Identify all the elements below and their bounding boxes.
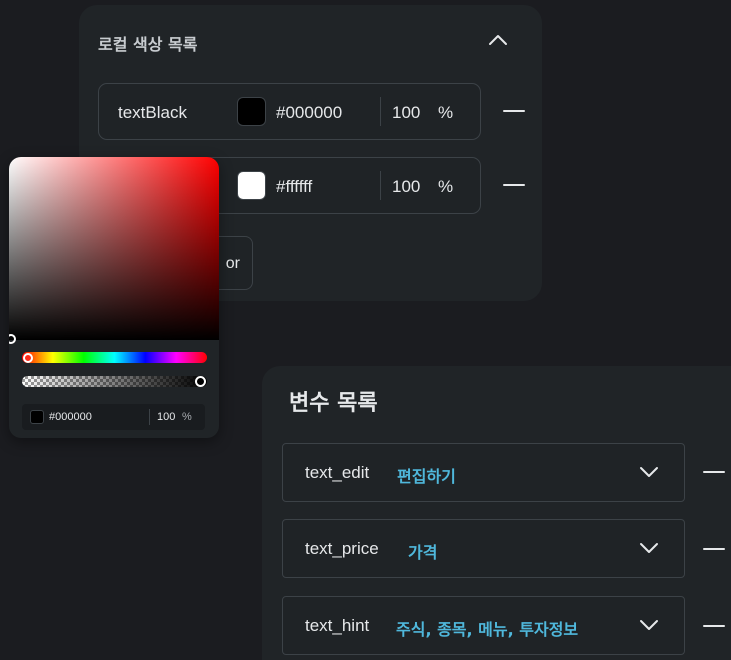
picker-hex-field[interactable]: #000000 [49,411,92,423]
alpha-slider[interactable] [22,376,207,387]
variable-name: text_hint [305,616,370,635]
divider [380,97,381,126]
chevron-down-icon [640,543,658,553]
local-colors-title: 로컬 색상 목록 [98,35,198,54]
color-swatch[interactable] [237,171,266,200]
variable-value: 주식, 종목, 메뉴, 투자정보 [396,620,579,639]
picker-alpha-field[interactable]: 100 [157,411,175,423]
add-color-label: or [225,255,240,272]
divider [149,409,150,425]
variable-value: 가격 [408,543,438,562]
variable-value: 편집하기 [397,467,456,486]
variables-title: 변수 목록 [289,391,378,416]
saturation-area[interactable] [9,157,219,340]
color-swatch[interactable] [237,97,266,126]
variables-panel: 변수 목록 text_edit 편집하기 text_price 가격 text_… [262,366,731,660]
percent-label: % [438,177,454,196]
chevron-down-icon [640,620,658,630]
color-name[interactable]: textBlack [118,103,187,123]
color-row-textblack[interactable]: textBlack #000000 100 % [98,83,481,140]
percent-label: % [182,411,192,423]
color-hex-field[interactable]: #ffffff [276,177,312,197]
chevron-down-icon [640,467,658,477]
color-hex-field[interactable]: #000000 [276,103,342,123]
remove-variable-button[interactable] [702,614,726,638]
divider [380,171,381,200]
hue-slider[interactable] [22,352,207,363]
dropdown-button[interactable] [638,461,660,483]
alpha-handle[interactable] [195,376,206,387]
picker-color-input[interactable]: #000000 100 % [22,404,205,430]
variable-name: text_edit [305,463,370,482]
color-picker-popover: #000000 100 % [9,157,219,438]
picker-swatch [30,410,44,424]
color-alpha-field[interactable]: 100 [392,177,420,197]
variable-row-text-price[interactable]: text_price 가격 [282,519,685,578]
variable-name: text_price [305,539,379,558]
remove-color-button[interactable] [502,99,526,123]
variable-row-text-edit[interactable]: text_edit 편집하기 [282,443,685,502]
dropdown-button[interactable] [638,614,660,636]
remove-variable-button[interactable] [702,537,726,561]
chevron-up-icon [489,35,507,45]
variable-row-text-hint[interactable]: text_hint 주식, 종목, 메뉴, 투자정보 [282,596,685,655]
remove-color-button[interactable] [502,173,526,197]
color-alpha-field[interactable]: 100 [392,103,420,123]
percent-label: % [438,103,454,122]
saturation-handle[interactable] [9,334,16,344]
remove-variable-button[interactable] [702,460,726,484]
hue-handle[interactable] [23,353,33,363]
collapse-button[interactable] [486,31,510,49]
dropdown-button[interactable] [638,537,660,559]
